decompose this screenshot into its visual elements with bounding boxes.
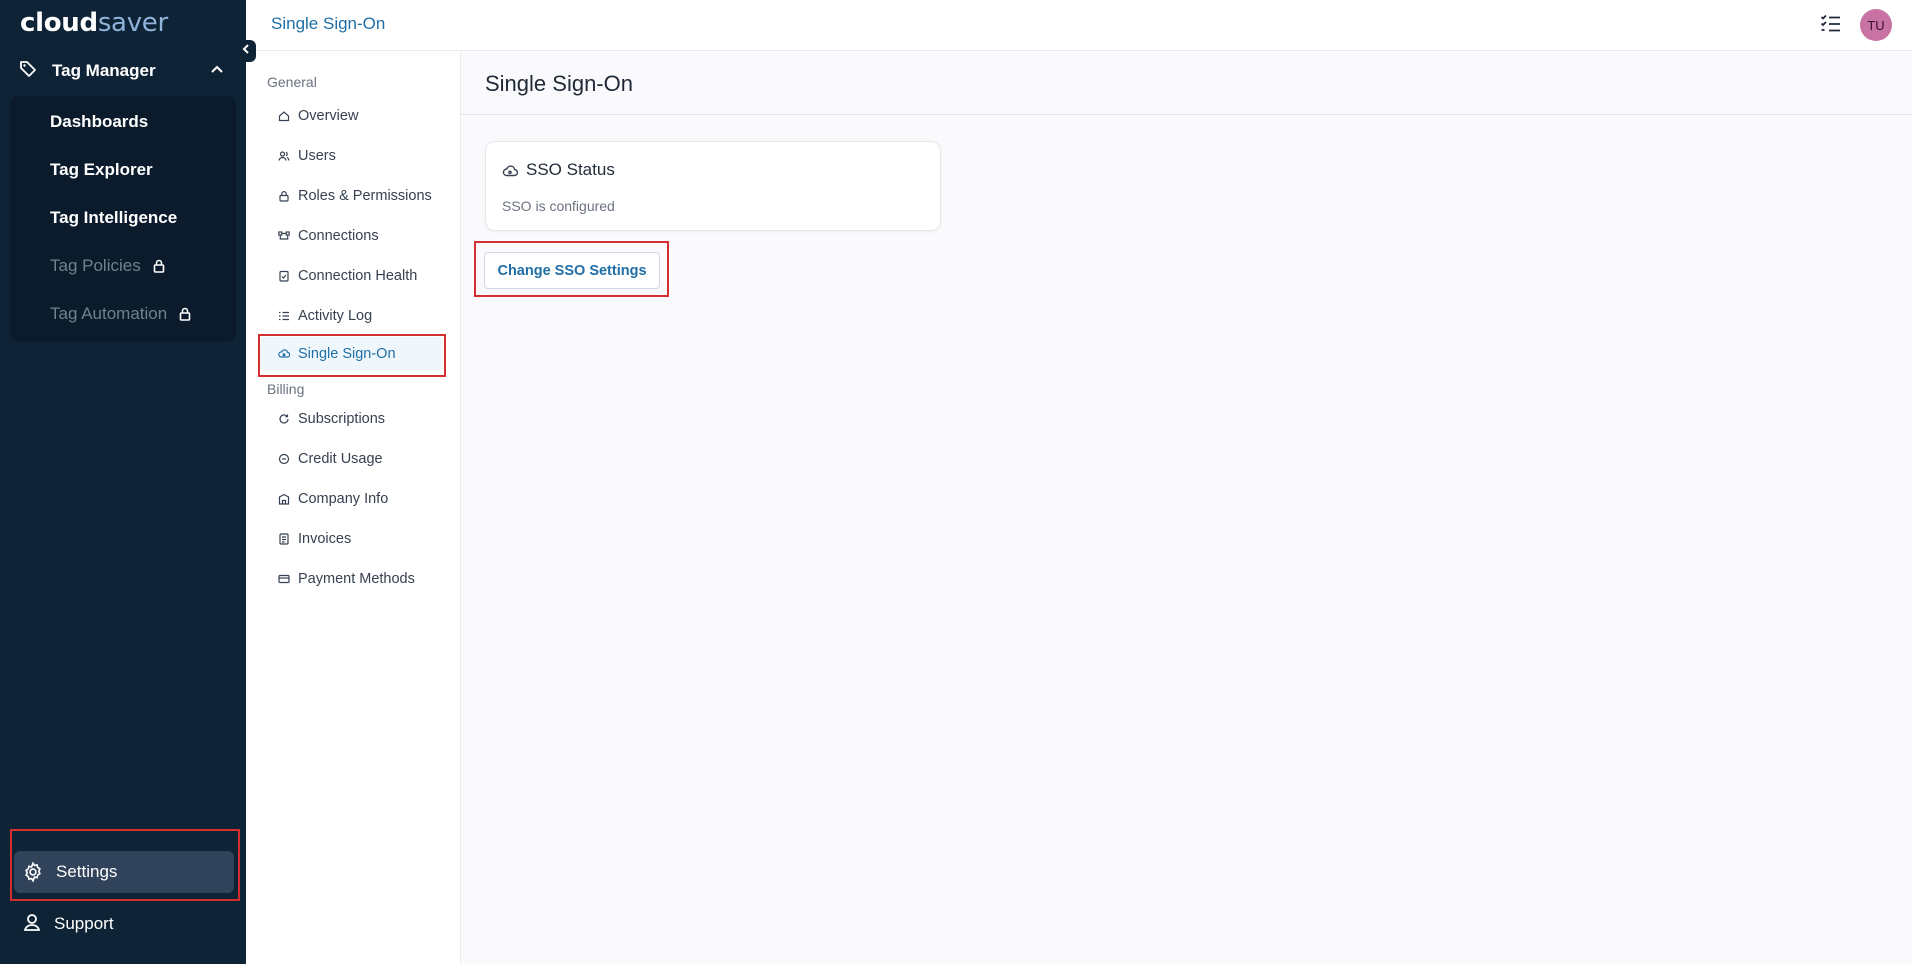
sidebar-item-dashboards[interactable]: Dashboards <box>50 110 148 134</box>
support-person-icon <box>22 912 42 937</box>
nav-item-credit-usage[interactable]: Credit Usage <box>278 448 383 470</box>
tag-manager-label: Tag Manager <box>52 61 156 80</box>
cloud-lock-icon <box>502 164 519 183</box>
page-breadcrumb-title: Single Sign-On <box>271 14 386 33</box>
tag-manager-submenu: Dashboards Tag Explorer Tag Intelligence… <box>10 96 236 342</box>
user-avatar[interactable]: TU <box>1860 9 1892 41</box>
lock-icon <box>153 259 165 273</box>
nav-item-company-info[interactable]: Company Info <box>278 488 388 510</box>
sso-status-title: SSO Status <box>526 160 615 179</box>
main-header: Single Sign-On <box>461 51 1912 115</box>
invoice-icon <box>278 533 290 545</box>
refresh-icon <box>278 413 290 425</box>
lock-icon <box>278 190 290 202</box>
nav-item-invoices[interactable]: Invoices <box>278 528 351 550</box>
nav-item-users[interactable]: Users <box>278 145 336 167</box>
connections-icon <box>278 230 290 242</box>
nav-item-activity-log[interactable]: Activity Log <box>278 305 372 327</box>
tag-manager-group[interactable]: Tag Manager <box>18 56 230 86</box>
credit-card-icon <box>278 573 290 585</box>
nav-item-payment-methods[interactable]: Payment Methods <box>278 568 415 590</box>
sidebar-item-tag-intelligence[interactable]: Tag Intelligence <box>50 206 177 230</box>
chevron-up-icon[interactable] <box>210 63 224 82</box>
sso-status-card: SSO Status SSO is configured <box>485 141 941 231</box>
coin-icon <box>278 453 290 465</box>
main-sidebar: cloudsaver Tag Manager Dashboards Tag Ex… <box>0 0 246 964</box>
settings-nav: General Overview Users Roles & Permissio… <box>246 51 461 964</box>
building-icon <box>278 493 290 505</box>
main-content: Single Sign-On SSO Status SSO is configu… <box>461 51 1912 964</box>
sidebar-collapse-button[interactable] <box>236 40 256 62</box>
users-icon <box>278 150 290 162</box>
nav-item-connection-health[interactable]: Connection Health <box>278 265 417 287</box>
nav-item-roles-permissions[interactable]: Roles & Permissions <box>278 185 432 207</box>
sidebar-item-tag-automation[interactable]: Tag Automation <box>50 302 191 326</box>
nav-item-connections[interactable]: Connections <box>278 225 379 247</box>
change-sso-settings-button[interactable]: Change SSO Settings <box>484 252 660 289</box>
cloudsaver-logo[interactable]: cloudsaver <box>20 8 168 38</box>
nav-item-subscriptions[interactable]: Subscriptions <box>278 408 385 430</box>
clipboard-check-icon <box>278 270 290 282</box>
nav-section-general: General <box>267 74 317 90</box>
tag-icon <box>18 59 38 84</box>
lock-icon <box>179 307 191 321</box>
sidebar-item-tag-policies[interactable]: Tag Policies <box>50 254 165 278</box>
sidebar-item-support[interactable]: Support <box>22 912 114 936</box>
sidebar-item-tag-explorer[interactable]: Tag Explorer <box>50 158 153 182</box>
page-title: Single Sign-On <box>485 71 633 96</box>
chevron-left-icon <box>241 42 251 60</box>
gear-icon <box>22 861 44 883</box>
single-sign-on-highlight-box <box>258 334 446 377</box>
home-icon <box>278 110 290 122</box>
list-icon <box>278 310 290 322</box>
task-list-icon[interactable] <box>1820 14 1842 39</box>
sidebar-item-settings[interactable]: Settings <box>14 851 234 893</box>
nav-section-billing: Billing <box>267 381 305 397</box>
top-header: Single Sign-On TU <box>246 0 1912 51</box>
nav-item-overview[interactable]: Overview <box>278 105 358 127</box>
sso-status-text: SSO is configured <box>502 198 615 214</box>
